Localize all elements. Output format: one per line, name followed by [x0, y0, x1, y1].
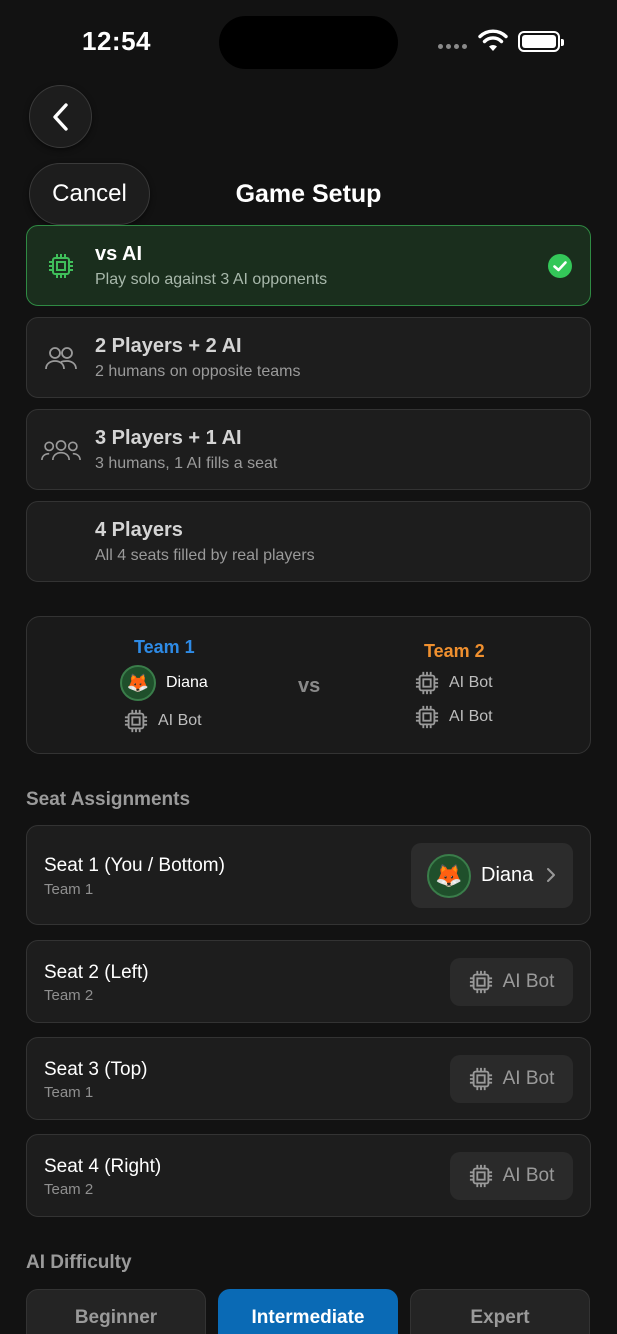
bot-label: AI Bot	[502, 1068, 555, 1089]
ai-difficulty-label: AI Difficulty	[26, 1252, 132, 1273]
seat-row-2[interactable]: Seat 2 (Left) Team 2 AI Bot	[26, 940, 591, 1023]
cpu-icon	[124, 709, 148, 733]
bot-label: AI Bot	[502, 1165, 555, 1186]
battery-icon	[518, 31, 564, 52]
wifi-icon	[478, 29, 508, 51]
ai-bot-badge[interactable]: AI Bot	[450, 1152, 573, 1200]
cpu-icon	[41, 248, 81, 284]
cpu-icon	[469, 1164, 492, 1188]
cellular-signal-icon	[438, 44, 467, 49]
member-name: Diana	[166, 674, 208, 691]
seat-team: Team 1	[44, 881, 94, 898]
mode-subtitle: 3 humans, 1 AI fills a seat	[95, 455, 278, 472]
two-users-icon	[41, 340, 81, 376]
cpu-icon	[415, 705, 439, 729]
three-users-icon	[41, 432, 81, 468]
checkmark-circle-icon	[548, 254, 572, 278]
seat-team: Team 2	[44, 1181, 94, 1198]
seat-title: Seat 4 (Right)	[44, 1156, 162, 1177]
back-button[interactable]	[29, 85, 92, 148]
mode-card-2-players[interactable]: 2 Players + 2 AI 2 humans on opposite te…	[26, 317, 591, 398]
seat-team: Team 1	[44, 1084, 94, 1101]
mode-subtitle: 2 humans on opposite teams	[95, 363, 301, 380]
page-title: Game Setup	[235, 180, 382, 208]
cpu-icon	[469, 1067, 492, 1091]
teams-preview: Team 1 🦊 Diana AI Bot vs Team 2 AI Bot A…	[26, 616, 591, 754]
team1-member-bot: AI Bot	[124, 709, 202, 733]
ai-bot-badge[interactable]: AI Bot	[450, 1055, 573, 1103]
status-bar: 12:54	[0, 0, 617, 84]
mode-card-4-players[interactable]: 4 Players All 4 seats filled by real pla…	[26, 501, 591, 582]
cpu-icon	[415, 671, 439, 695]
mode-subtitle: All 4 seats filled by real players	[95, 547, 315, 564]
team2-title: Team 2	[424, 641, 485, 661]
member-name: AI Bot	[158, 712, 202, 729]
difficulty-expert-button[interactable]: Expert	[410, 1289, 590, 1334]
cpu-icon	[469, 970, 492, 994]
seat-row-4[interactable]: Seat 4 (Right) Team 2 AI Bot	[26, 1134, 591, 1217]
team1-title: Team 1	[134, 637, 195, 657]
player-selector[interactable]: 🦊 Diana	[411, 843, 573, 908]
ai-bot-badge[interactable]: AI Bot	[450, 958, 573, 1006]
chevron-right-icon	[547, 868, 555, 882]
bot-label: AI Bot	[502, 971, 555, 992]
chevron-left-icon	[52, 102, 68, 131]
fox-avatar-icon: 🦊	[120, 665, 156, 701]
mode-subtitle: Play solo against 3 AI opponents	[95, 271, 328, 288]
player-name: Diana	[481, 864, 534, 886]
team2-member-bot: AI Bot	[415, 671, 493, 695]
fox-avatar-icon: 🦊	[427, 853, 471, 898]
seat-title: Seat 1 (You / Bottom)	[44, 855, 225, 876]
mode-title: 3 Players + 1 AI	[95, 427, 242, 449]
team1-member-human: 🦊 Diana	[120, 665, 208, 701]
mode-card-vs-ai[interactable]: vs AI Play solo against 3 AI opponents	[26, 225, 591, 306]
seat-row-3[interactable]: Seat 3 (Top) Team 1 AI Bot	[26, 1037, 591, 1120]
seat-title: Seat 3 (Top)	[44, 1059, 148, 1080]
member-name: AI Bot	[449, 674, 493, 691]
seat-assignments-label: Seat Assignments	[26, 789, 191, 810]
status-time: 12:54	[82, 26, 151, 56]
mode-card-3-players[interactable]: 3 Players + 1 AI 3 humans, 1 AI fills a …	[26, 409, 591, 490]
seat-team: Team 2	[44, 987, 94, 1004]
dynamic-island	[219, 16, 398, 69]
difficulty-intermediate-button[interactable]: Intermediate	[218, 1289, 398, 1334]
difficulty-beginner-button[interactable]: Beginner	[26, 1289, 206, 1334]
mode-title: 4 Players	[95, 519, 183, 541]
mode-title: 2 Players + 2 AI	[95, 335, 242, 357]
seat-row-1[interactable]: Seat 1 (You / Bottom) Team 1 🦊 Diana	[26, 825, 591, 925]
member-name: AI Bot	[449, 708, 493, 725]
team2-member-bot: AI Bot	[415, 705, 493, 729]
seat-title: Seat 2 (Left)	[44, 962, 149, 983]
mode-title: vs AI	[95, 243, 143, 265]
vs-label: vs	[298, 675, 321, 697]
